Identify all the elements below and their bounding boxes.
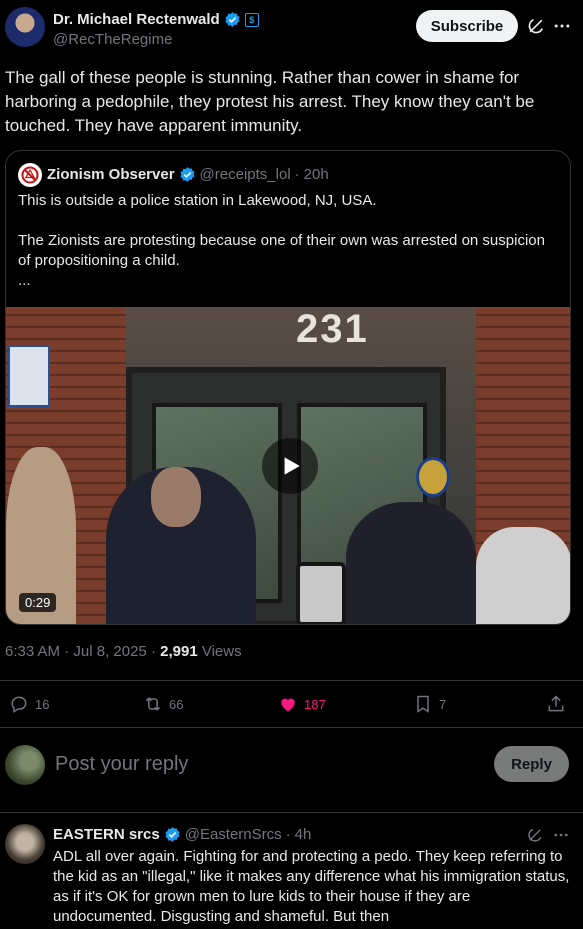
reply-separator: · — [285, 826, 291, 843]
repost-icon — [145, 697, 161, 711]
affiliate-badge-icon: $ — [244, 12, 259, 27]
subscribe-button[interactable]: Subscribe — [416, 10, 518, 42]
repost-count: 66 — [169, 696, 184, 712]
video-building-number: 231 — [296, 307, 369, 351]
views-label: Views — [201, 643, 242, 660]
author-handle[interactable]: @RecTheRegime — [53, 31, 172, 48]
video-player[interactable]: 231 0:29 — [6, 307, 570, 624]
current-user-avatar[interactable] — [5, 745, 45, 785]
reply-count: 16 — [35, 696, 50, 712]
divider — [0, 727, 583, 728]
play-button[interactable] — [262, 438, 318, 494]
bookmark-icon — [417, 695, 429, 713]
verified-icon — [225, 12, 240, 27]
repost-action[interactable]: 66 — [143, 692, 183, 716]
bookmark-count: 7 — [439, 696, 447, 712]
like-count: 187 — [304, 696, 326, 712]
quote-text-line: This is outside a police station in Lake… — [18, 192, 377, 209]
share-icon — [548, 695, 564, 712]
reply-text: ADL all over again. Fighting for and pro… — [53, 848, 570, 925]
bookmark-action[interactable]: 7 — [413, 692, 446, 716]
reply-button[interactable]: Reply — [494, 746, 569, 782]
verified-icon — [165, 827, 180, 842]
quote-time[interactable]: 20h — [304, 166, 329, 183]
quote-text: This is outside a police station in Lake… — [18, 191, 558, 291]
video-sign — [8, 345, 50, 407]
author-avatar[interactable] — [5, 7, 45, 47]
quote-text-line: The Zionists are protesting because one … — [18, 232, 545, 269]
meta-separator: · — [64, 643, 70, 660]
video-duration: 0:29 — [19, 593, 57, 612]
reply-header: EASTERN srcs @EasternSrcs · 4h — [53, 826, 311, 843]
grok-icon[interactable] — [524, 14, 548, 38]
post-time[interactable]: 6:33 AM — [5, 643, 60, 660]
no-symbol-icon — [21, 166, 39, 184]
play-icon — [284, 457, 300, 475]
reply-action[interactable]: 16 — [9, 692, 49, 716]
reply-time[interactable]: 4h — [295, 826, 312, 843]
like-action[interactable]: 187 — [278, 692, 326, 716]
reply-author-name[interactable]: EASTERN srcs — [53, 826, 160, 843]
quote-text-line: ... — [18, 272, 31, 289]
post-date[interactable]: Jul 8, 2025 — [73, 643, 146, 660]
more-icon[interactable] — [550, 824, 572, 846]
video-person — [346, 502, 476, 624]
meta-separator: · — [150, 643, 156, 660]
video-phone — [296, 562, 346, 624]
video-face — [151, 467, 201, 527]
views-count: 2,991 — [160, 643, 198, 660]
quote-author-name[interactable]: Zionism Observer — [47, 166, 175, 183]
divider — [0, 680, 583, 681]
like-icon — [281, 698, 295, 712]
grok-icon[interactable] — [524, 824, 546, 846]
share-action[interactable] — [546, 692, 566, 716]
quote-header: Zionism Observer @receipts_lol · 20h — [47, 166, 329, 183]
video-badge-sign — [416, 457, 450, 497]
video-person — [476, 527, 570, 624]
reply-author-handle[interactable]: @EasternSrcs — [185, 826, 282, 843]
quote-separator: · — [294, 166, 300, 183]
post-text: The gall of these people is stunning. Ra… — [5, 68, 535, 135]
reply-author-avatar[interactable] — [5, 824, 45, 864]
quote-text-line — [18, 211, 558, 231]
quoted-post-card[interactable]: Zionism Observer @receipts_lol · 20h Thi… — [5, 150, 571, 625]
reply-input[interactable] — [55, 750, 475, 778]
author-name[interactable]: Dr. Michael Rectenwald — [53, 11, 220, 28]
quote-author-avatar[interactable] — [18, 163, 42, 187]
more-icon[interactable] — [550, 14, 574, 38]
reply-icon — [11, 696, 27, 713]
verified-icon — [180, 167, 195, 182]
quote-author-handle[interactable]: @receipts_lol — [200, 166, 291, 183]
divider — [0, 812, 583, 813]
post-meta: 6:33 AM · Jul 8, 2025 · 2,991 Views — [5, 643, 242, 660]
author-name-row: Dr. Michael Rectenwald $ — [53, 11, 259, 28]
